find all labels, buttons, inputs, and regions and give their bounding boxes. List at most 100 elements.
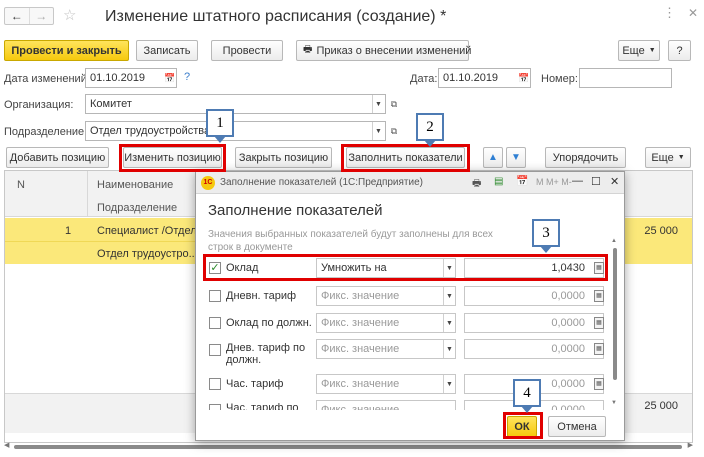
save-button[interactable]: Записать (136, 40, 198, 61)
position-salary-checkbox[interactable] (209, 317, 221, 329)
back-arrow-icon[interactable]: ← (5, 8, 30, 24)
edit-position-button[interactable]: Изменить позицию (123, 147, 222, 168)
organization-input[interactable]: Комитет (85, 94, 386, 114)
scroll-thumb[interactable] (613, 248, 617, 380)
maximize-icon[interactable]: ☐ (591, 175, 601, 188)
department-label: Подразделение: (4, 126, 88, 138)
favorite-star-icon[interactable]: ☆ (63, 6, 76, 24)
number-input[interactable] (579, 68, 672, 88)
help-button[interactable]: ? (668, 40, 691, 61)
organization-label: Организация: (4, 99, 74, 111)
department-input[interactable]: Отдел трудоустройства (85, 121, 386, 141)
position-daily-rate-label-line2: должн. (226, 354, 262, 366)
add-position-button[interactable]: Добавить позицию (6, 147, 109, 168)
forward-arrow-icon[interactable]: → (30, 8, 54, 24)
close-icon[interactable]: ✕ (610, 175, 619, 188)
more-label: Еще (622, 44, 645, 57)
memory-icon[interactable]: M M+ M- (536, 177, 572, 187)
daily-rate-value-input[interactable]: 0,0000 (464, 286, 604, 306)
callout-3: 3 (532, 219, 560, 253)
chevron-down-icon[interactable]: ▼ (443, 375, 455, 393)
scroll-left-icon[interactable]: ◀ (4, 441, 9, 449)
position-daily-rate-checkbox[interactable] (209, 344, 221, 356)
arrow-down-icon: ▼ (511, 152, 521, 163)
scroll-right-icon[interactable]: ▶ (688, 441, 693, 449)
row-salary: 25 000 (644, 225, 678, 237)
position-hourly-rate-mode-select[interactable]: Фикс. значение (316, 400, 456, 410)
column-n-header: N (17, 179, 25, 191)
post-and-close-button[interactable]: Провести и закрыть (4, 40, 129, 61)
hourly-rate-label: Час. тариф (226, 378, 284, 390)
move-down-button[interactable]: ▼ (506, 147, 526, 168)
column-dept-header: Подразделение (97, 202, 178, 214)
organization-dropdown-icon[interactable]: ▼ (372, 95, 384, 113)
salary-mode-select[interactable]: Умножить на (316, 258, 456, 278)
print-icon[interactable]: 🖶 (472, 176, 481, 193)
position-daily-rate-value-input[interactable]: 0,0000 (464, 339, 604, 359)
sort-button[interactable]: Упорядочить (545, 147, 626, 168)
dialog-scrollbar[interactable]: ▲ ▼ (611, 238, 618, 410)
dialog-titlebar: 1С Заполнение показателей (1С:Предприяти… (196, 172, 624, 194)
department-dropdown-icon[interactable]: ▼ (372, 122, 384, 140)
hourly-rate-checkbox[interactable] (209, 378, 221, 390)
calendar-icon[interactable]: 📅 (516, 176, 528, 187)
column-name-header: Наименование (97, 179, 174, 191)
post-button[interactable]: Провести (211, 40, 283, 61)
daily-rate-mode-select[interactable]: Фикс. значение (316, 286, 456, 306)
cancel-button[interactable]: Отмена (548, 416, 606, 437)
help-mark-icon[interactable]: ? (184, 71, 190, 83)
footer-total: 25 000 (644, 400, 678, 412)
row-department: Отдел трудоустро... (97, 248, 198, 260)
minimize-icon[interactable]: — (572, 175, 583, 187)
dialog-heading: Заполнение показателей (208, 202, 383, 219)
calculator-icon[interactable]: ▦ (594, 343, 604, 355)
nav-back-forward[interactable]: ← → (4, 7, 54, 25)
chevron-down-icon[interactable]: ▼ (443, 340, 455, 358)
callout-2: 2 (416, 113, 444, 147)
row-name: Специалист /Отдел тр (97, 225, 211, 237)
window-more-icon[interactable]: ⋮ (663, 5, 676, 21)
fill-indicators-button[interactable]: Заполнить показатели (346, 147, 465, 168)
ok-button[interactable]: ОК (507, 416, 537, 437)
close-position-button[interactable]: Закрыть позицию (235, 147, 332, 168)
move-up-button[interactable]: ▲ (483, 147, 503, 168)
position-salary-mode-select[interactable]: Фикс. значение (316, 313, 456, 333)
change-order-label: Приказ о внесении изменений (316, 44, 472, 57)
chevron-down-icon: ▼ (648, 47, 656, 54)
date-label: Дата: (410, 73, 438, 85)
table-more-label: Еще (651, 151, 674, 164)
calculator-icon[interactable]: ▦ (594, 290, 604, 302)
position-salary-value-input[interactable]: 0,0000 (464, 313, 604, 333)
hourly-rate-mode-select[interactable]: Фикс. значение (316, 374, 456, 394)
calendar-icon[interactable]: 📅 (163, 69, 177, 87)
position-hourly-rate-checkbox[interactable] (209, 404, 221, 410)
salary-checkbox[interactable]: ✓ (209, 262, 221, 274)
table-view-icon[interactable]: ▤ (494, 176, 503, 187)
scroll-down-icon[interactable]: ▼ (611, 400, 617, 406)
more-button[interactable]: Еще ▼ (618, 40, 660, 61)
calculator-icon[interactable]: ▦ (594, 378, 604, 390)
chevron-down-icon[interactable]: ▼ (443, 287, 455, 305)
window-close-icon[interactable]: ✕ (688, 6, 698, 20)
position-daily-rate-label: Днев. тариф по (226, 342, 306, 354)
open-link-icon[interactable]: ⧉ (387, 95, 401, 113)
position-salary-label: Оклад по должн. (226, 317, 312, 329)
chevron-down-icon[interactable]: ▼ (443, 314, 455, 332)
date-change-label: Дата изменений: (4, 73, 90, 85)
chevron-down-icon: ▼ (677, 154, 685, 161)
scroll-thumb[interactable] (14, 445, 682, 449)
chevron-down-icon[interactable]: ▼ (443, 259, 455, 277)
callout-4: 4 (513, 379, 541, 413)
calendar-icon[interactable]: 📅 (517, 69, 531, 87)
position-hourly-rate-label: Час. тариф по (226, 402, 299, 410)
scroll-up-icon[interactable]: ▲ (611, 238, 617, 244)
daily-rate-checkbox[interactable] (209, 290, 221, 302)
position-daily-rate-mode-select[interactable]: Фикс. значение (316, 339, 456, 359)
horizontal-scrollbar[interactable]: ◀ ▶ (4, 441, 693, 450)
calculator-icon[interactable]: ▦ (594, 317, 604, 329)
calculator-icon[interactable]: ▦ (594, 262, 604, 274)
table-more-button[interactable]: Еще ▼ (645, 147, 691, 168)
open-link-icon[interactable]: ⧉ (387, 122, 401, 140)
change-order-button[interactable]: 🖶 Приказ о внесении изменений (296, 40, 472, 61)
salary-value-input[interactable]: 1,0430 (464, 258, 604, 278)
